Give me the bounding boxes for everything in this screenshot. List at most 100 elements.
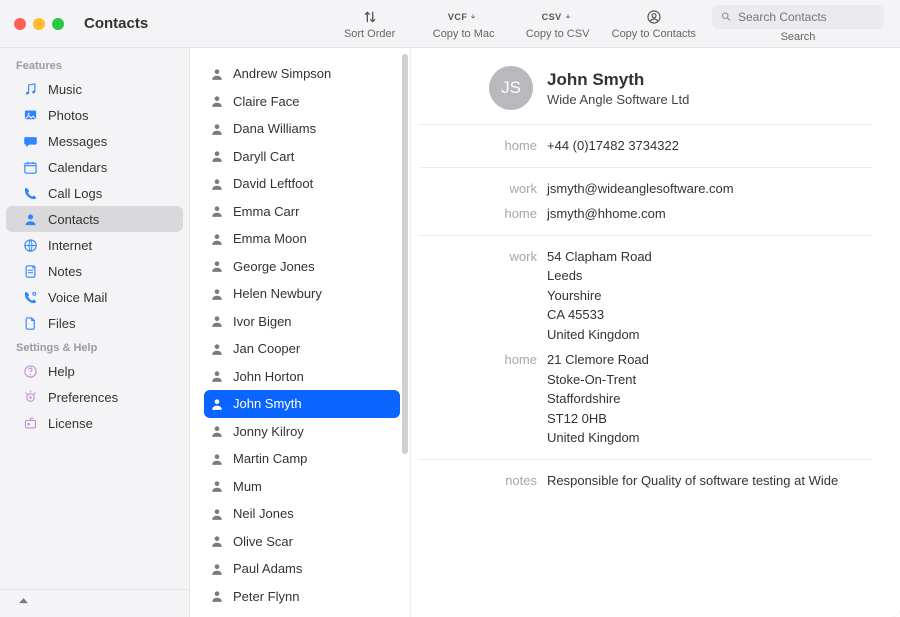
person-icon bbox=[210, 534, 224, 548]
contact-row-name: Andrew Simpson bbox=[233, 66, 331, 81]
csv-icon: CSV bbox=[542, 8, 574, 26]
copy-to-csv-button[interactable]: CSV Copy to CSV bbox=[518, 0, 598, 47]
copy-to-mac-button[interactable]: VCF Copy to Mac bbox=[424, 0, 504, 47]
license-icon bbox=[22, 415, 38, 431]
sidebar-item-license[interactable]: License bbox=[6, 410, 183, 436]
contact-row[interactable]: Ivor Bigen bbox=[204, 308, 400, 336]
contact-row[interactable]: Mum bbox=[204, 473, 400, 501]
field-label: work bbox=[419, 247, 547, 345]
contact-detail: JS John Smyth Wide Angle Software Ltd ho… bbox=[410, 48, 900, 617]
person-icon bbox=[210, 259, 224, 273]
contact-row[interactable]: Emma Carr bbox=[204, 198, 400, 226]
field-value-line: CA 45533 bbox=[547, 305, 872, 325]
contact-row-name: Mum bbox=[233, 479, 262, 494]
contact-row-name: Jan Cooper bbox=[233, 341, 300, 356]
sidebar-item-help[interactable]: Help bbox=[6, 358, 183, 384]
app-title: Contacts bbox=[80, 0, 190, 47]
field-group: work54 Clapham RoadLeedsYourshireCA 4553… bbox=[419, 235, 872, 459]
person-icon bbox=[210, 562, 224, 576]
vcf-icon: VCF bbox=[448, 8, 480, 26]
search-box[interactable] bbox=[712, 5, 884, 29]
person-icon bbox=[210, 342, 224, 356]
field-row: workjsmyth@wideanglesoftware.com bbox=[419, 176, 872, 202]
sidebar-item-messages[interactable]: Messages bbox=[6, 128, 183, 154]
contact-row-name: Dana Williams bbox=[233, 121, 316, 136]
sidebar-item-voicemail[interactable]: Voice Mail bbox=[6, 284, 183, 310]
contact-row[interactable]: George Jones bbox=[204, 253, 400, 281]
contact-row[interactable]: Andrew Simpson bbox=[204, 60, 400, 88]
field-value-line: Staffordshire bbox=[547, 389, 872, 409]
contact-row-name: Jonny Kilroy bbox=[233, 424, 304, 439]
field-value-line: Yourshire bbox=[547, 286, 872, 306]
sidebar-item-label: License bbox=[48, 416, 93, 431]
sidebar: FeaturesMusicPhotosMessagesCalendarsCall… bbox=[0, 48, 190, 617]
minimize-window-button[interactable] bbox=[33, 18, 45, 30]
field-value-line: Leeds bbox=[547, 266, 872, 286]
contact-row[interactable]: Peter Flynn bbox=[204, 583, 400, 611]
contact-row[interactable]: Daryll Cart bbox=[204, 143, 400, 171]
search-input[interactable] bbox=[732, 10, 876, 24]
field-row: notesResponsible for Quality of software… bbox=[419, 468, 872, 494]
contact-row[interactable]: Martin Camp bbox=[204, 445, 400, 473]
field-label: home bbox=[419, 204, 547, 224]
sidebar-item-internet[interactable]: Internet bbox=[6, 232, 183, 258]
voicemail-icon bbox=[22, 289, 38, 305]
field-value-line: United Kingdom bbox=[547, 428, 872, 448]
scrollbar[interactable] bbox=[402, 54, 408, 454]
contact-row[interactable]: Helen Newbury bbox=[204, 280, 400, 308]
person-icon bbox=[210, 204, 224, 218]
field-value-line: Stoke-On-Trent bbox=[547, 370, 872, 390]
field-value: jsmyth@wideanglesoftware.com bbox=[547, 179, 872, 199]
sidebar-item-music[interactable]: Music bbox=[6, 76, 183, 102]
contact-row[interactable]: David Leftfoot bbox=[204, 170, 400, 198]
copy-to-contacts-button[interactable]: Copy to Contacts bbox=[612, 0, 696, 47]
toolbar: Sort Order VCF Copy to Mac CSV Copy to C… bbox=[190, 0, 900, 47]
copy-to-mac-label: Copy to Mac bbox=[433, 28, 495, 40]
sidebar-item-prefs[interactable]: Preferences bbox=[6, 384, 183, 410]
sidebar-item-label: Internet bbox=[48, 238, 92, 253]
contact-row[interactable]: John Smyth bbox=[204, 390, 400, 418]
contact-row-name: Helen Newbury bbox=[233, 286, 322, 301]
contacts-icon bbox=[22, 211, 38, 227]
contact-row[interactable]: Jan Cooper bbox=[204, 335, 400, 363]
person-icon bbox=[210, 452, 224, 466]
contact-row[interactable]: Paul Adams bbox=[204, 555, 400, 583]
eject-icon[interactable] bbox=[16, 595, 31, 613]
person-icon bbox=[210, 397, 224, 411]
sidebar-item-label: Photos bbox=[48, 108, 88, 123]
sidebar-item-notes[interactable]: Notes bbox=[6, 258, 183, 284]
sidebar-item-files[interactable]: Files bbox=[6, 310, 183, 336]
contact-row[interactable]: Jonny Kilroy bbox=[204, 418, 400, 446]
sidebar-item-calllogs[interactable]: Call Logs bbox=[6, 180, 183, 206]
photos-icon bbox=[22, 107, 38, 123]
field-value: 54 Clapham RoadLeedsYourshireCA 45533Uni… bbox=[547, 247, 872, 345]
field-group: notesResponsible for Quality of software… bbox=[419, 459, 872, 502]
contact-row[interactable]: Neil Jones bbox=[204, 500, 400, 528]
contact-list[interactable]: Andrew Simpson Claire Face Dana Williams Da… bbox=[190, 48, 410, 617]
person-icon bbox=[210, 507, 224, 521]
person-icon bbox=[210, 424, 224, 438]
contact-row-name: Claire Face bbox=[233, 94, 299, 109]
contact-row[interactable]: Emma Moon bbox=[204, 225, 400, 253]
field-value: jsmyth@hhome.com bbox=[547, 204, 872, 224]
sidebar-item-calendars[interactable]: Calendars bbox=[6, 154, 183, 180]
prefs-icon bbox=[22, 389, 38, 405]
contact-row-name: Olive Scar bbox=[233, 534, 293, 549]
sidebar-item-contacts[interactable]: Contacts bbox=[6, 206, 183, 232]
contact-row[interactable]: Claire Face bbox=[204, 88, 400, 116]
person-icon bbox=[210, 314, 224, 328]
sidebar-item-label: Calendars bbox=[48, 160, 107, 175]
contact-row[interactable]: Dana Williams bbox=[204, 115, 400, 143]
maximize-window-button[interactable] bbox=[52, 18, 64, 30]
sidebar-footer bbox=[0, 589, 189, 617]
calendars-icon bbox=[22, 159, 38, 175]
close-window-button[interactable] bbox=[14, 18, 26, 30]
help-icon bbox=[22, 363, 38, 379]
contact-row[interactable]: Olive Scar bbox=[204, 528, 400, 556]
field-row: home+44 (0)17482 3734322 bbox=[419, 133, 872, 159]
sidebar-item-photos[interactable]: Photos bbox=[6, 102, 183, 128]
sort-order-button[interactable]: Sort Order bbox=[330, 0, 410, 47]
contact-row[interactable]: John Horton bbox=[204, 363, 400, 391]
field-label: home bbox=[419, 350, 547, 448]
person-icon bbox=[210, 369, 224, 383]
